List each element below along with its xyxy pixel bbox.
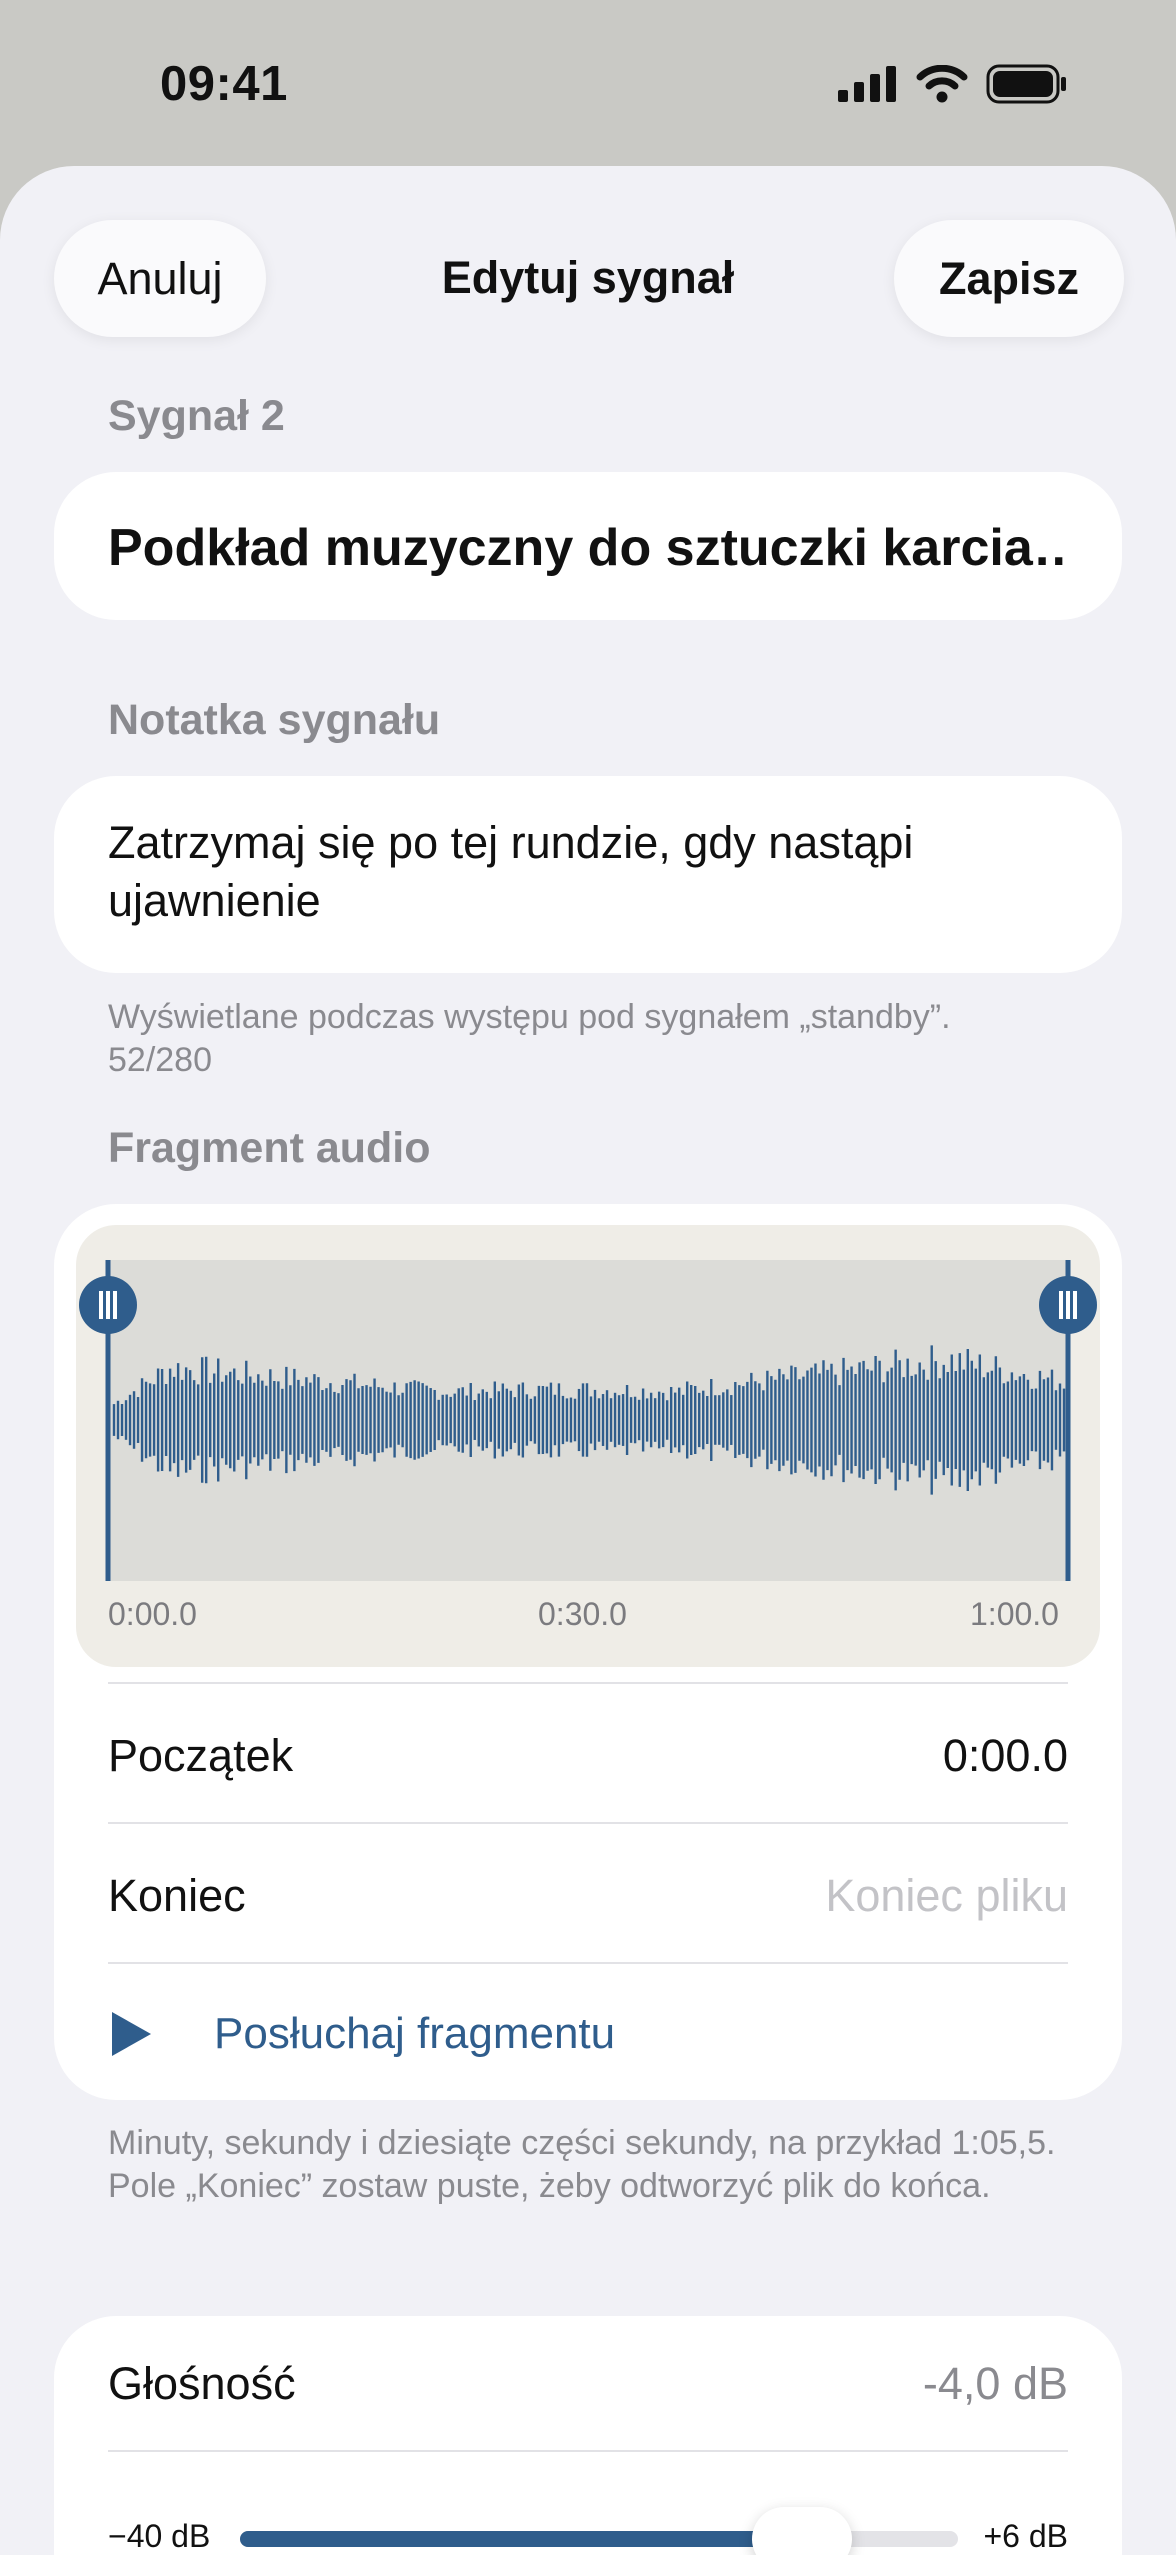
start-row[interactable]: Początek 0:00.0	[108, 1684, 1068, 1822]
wifi-icon	[916, 65, 968, 103]
volume-label: Głośność	[108, 2358, 296, 2409]
status-time: 09:41	[160, 57, 288, 111]
status-bar: 09:41	[0, 0, 1176, 166]
volume-slider[interactable]	[240, 2507, 958, 2555]
cue-note-counter: 52/280	[108, 1041, 212, 1079]
start-label: Początek	[108, 1730, 294, 1781]
cue-note-helper: Wyświetlane podczas występu pod sygnałem…	[108, 998, 951, 1036]
battery-icon	[986, 64, 1066, 104]
end-trim-handle[interactable]	[1039, 1276, 1097, 1334]
preview-fragment-label: Posłuchaj fragmentu	[214, 2009, 616, 2058]
end-input[interactable]: Koniec pliku	[825, 1870, 1068, 1922]
audio-fragment-card: Początek 0:00.0 Koniec Koniec pliku	[54, 1204, 1122, 2100]
cue-name-value: Podkład muzyczny do sztuczki karcia…	[108, 519, 1068, 577]
volume-card: Głośność -4,0 dB −40 dB +6 dB	[54, 2316, 1122, 2555]
time-label-mid: 0:30.0	[538, 1596, 627, 1632]
end-row[interactable]: Koniec Koniec pliku	[108, 1824, 1068, 1962]
signal-icon	[838, 66, 896, 102]
volume-min-label: −40 dB	[108, 2518, 211, 2554]
save-button[interactable]: Zapisz	[894, 220, 1124, 337]
cue-note-line-2: ujawnienie	[108, 875, 321, 926]
time-label-start: 0:00.0	[108, 1596, 197, 1632]
end-label: Koniec	[108, 1870, 246, 1921]
preview-fragment-button[interactable]: Posłuchaj fragmentu	[108, 1994, 1008, 2074]
play-icon	[112, 2012, 151, 2056]
time-format-helper: Minuty, sekundy i dziesiąte części sekun…	[108, 2124, 1056, 2205]
time-label-end: 1:00.0	[970, 1596, 1059, 1632]
cue-note-label: Notatka sygnału	[108, 696, 441, 744]
cue-note-line-1: Zatrzymaj się po tej rundzie, gdy nastąp…	[108, 817, 914, 868]
volume-slider-fill	[240, 2531, 803, 2547]
divider	[108, 1962, 1068, 1964]
cue-note-field[interactable]: Zatrzymaj się po tej rundzie, gdy nastąp…	[54, 776, 1122, 973]
cue-note-value: Zatrzymaj się po tej rundzie, gdy nastąp…	[108, 814, 1068, 930]
volume-value: -4,0 dB	[922, 2358, 1068, 2409]
start-value[interactable]: 0:00.0	[943, 1730, 1068, 1782]
divider	[108, 2450, 1068, 2452]
volume-slider-thumb[interactable]	[752, 2507, 853, 2555]
cue-name-field[interactable]: Podkład muzyczny do sztuczki karcia…	[54, 472, 1122, 620]
status-icons	[838, 64, 1068, 104]
volume-max-label: +6 dB	[983, 2518, 1068, 2554]
cue-section-label: Sygnał 2	[108, 392, 285, 440]
start-trim-handle[interactable]	[79, 1276, 137, 1334]
audio-section-label: Fragment audio	[108, 1124, 431, 1172]
